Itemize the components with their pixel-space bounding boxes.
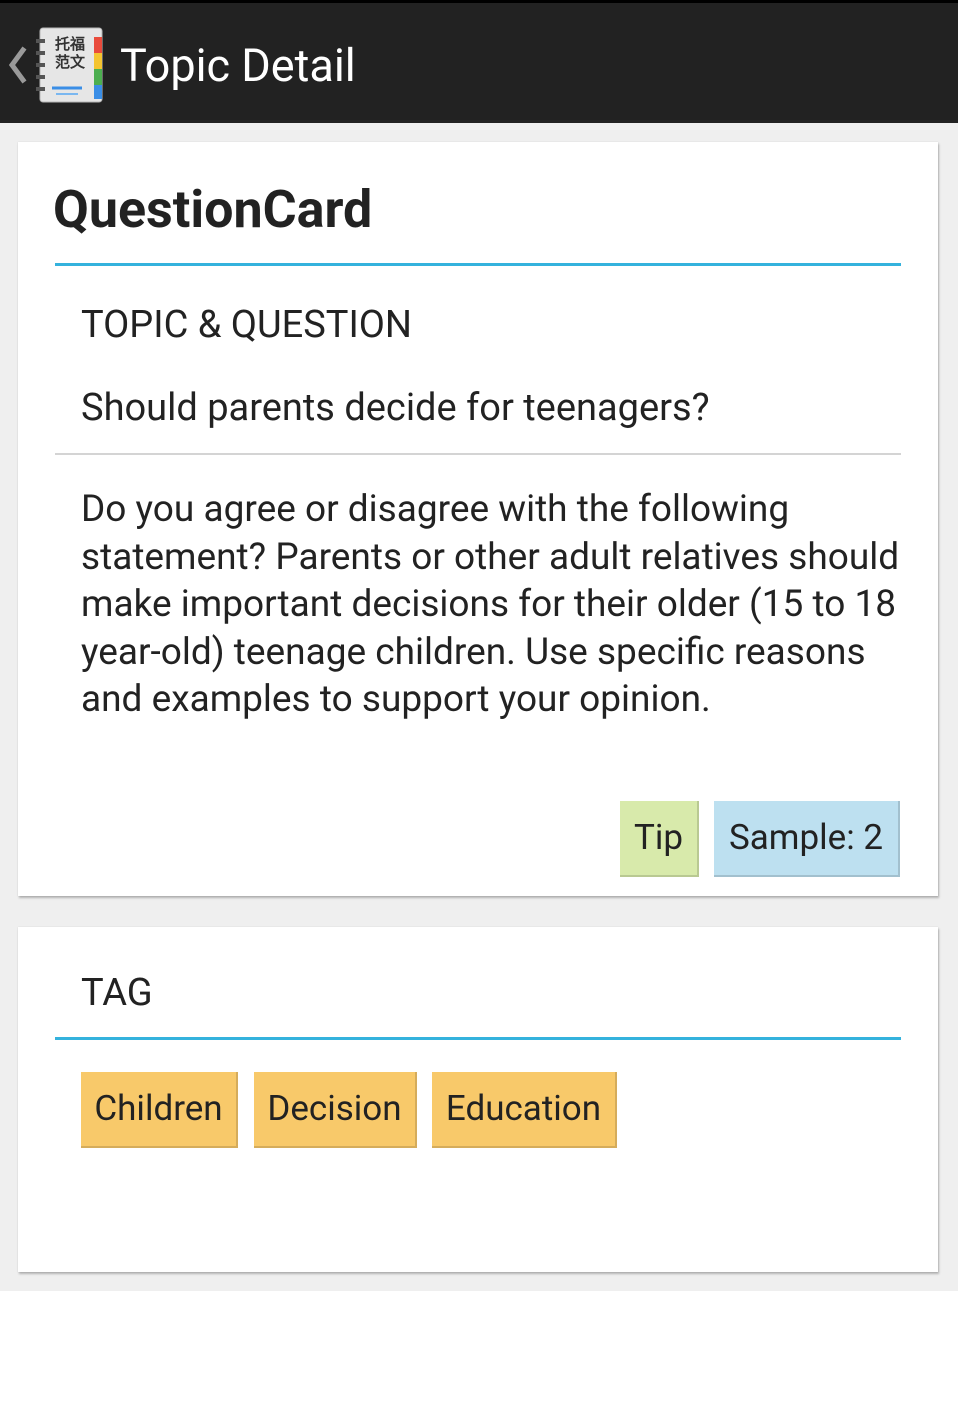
question-statement: Do you agree or disagree with the follow… bbox=[81, 488, 900, 721]
heading-divider bbox=[55, 263, 901, 266]
tag-divider bbox=[55, 1037, 901, 1040]
tag-section-label: TAG bbox=[81, 971, 153, 1015]
tag-chip-children[interactable]: Children bbox=[81, 1072, 238, 1148]
question-card-heading: QuestionCard bbox=[53, 179, 373, 240]
question-title: Should parents decide for teenagers? bbox=[81, 386, 710, 430]
sample-button[interactable]: Sample: 2 bbox=[714, 801, 900, 877]
tip-button[interactable]: Tip bbox=[620, 801, 699, 877]
question-divider bbox=[55, 453, 901, 455]
app-notebook-icon[interactable]: 托福 范文 bbox=[30, 25, 106, 105]
tag-chip-education[interactable]: Education bbox=[432, 1072, 617, 1148]
svg-text:范文: 范文 bbox=[55, 53, 86, 71]
topic-question-label: TOPIC & QUESTION bbox=[81, 303, 413, 347]
action-bar: 托福 范文 Topic Detail bbox=[0, 0, 958, 123]
svg-text:托福: 托福 bbox=[55, 35, 85, 53]
action-bar-title: Topic Detail bbox=[120, 39, 356, 92]
tag-chip-decision[interactable]: Decision bbox=[254, 1072, 417, 1148]
back-chevron-icon[interactable] bbox=[6, 45, 28, 85]
